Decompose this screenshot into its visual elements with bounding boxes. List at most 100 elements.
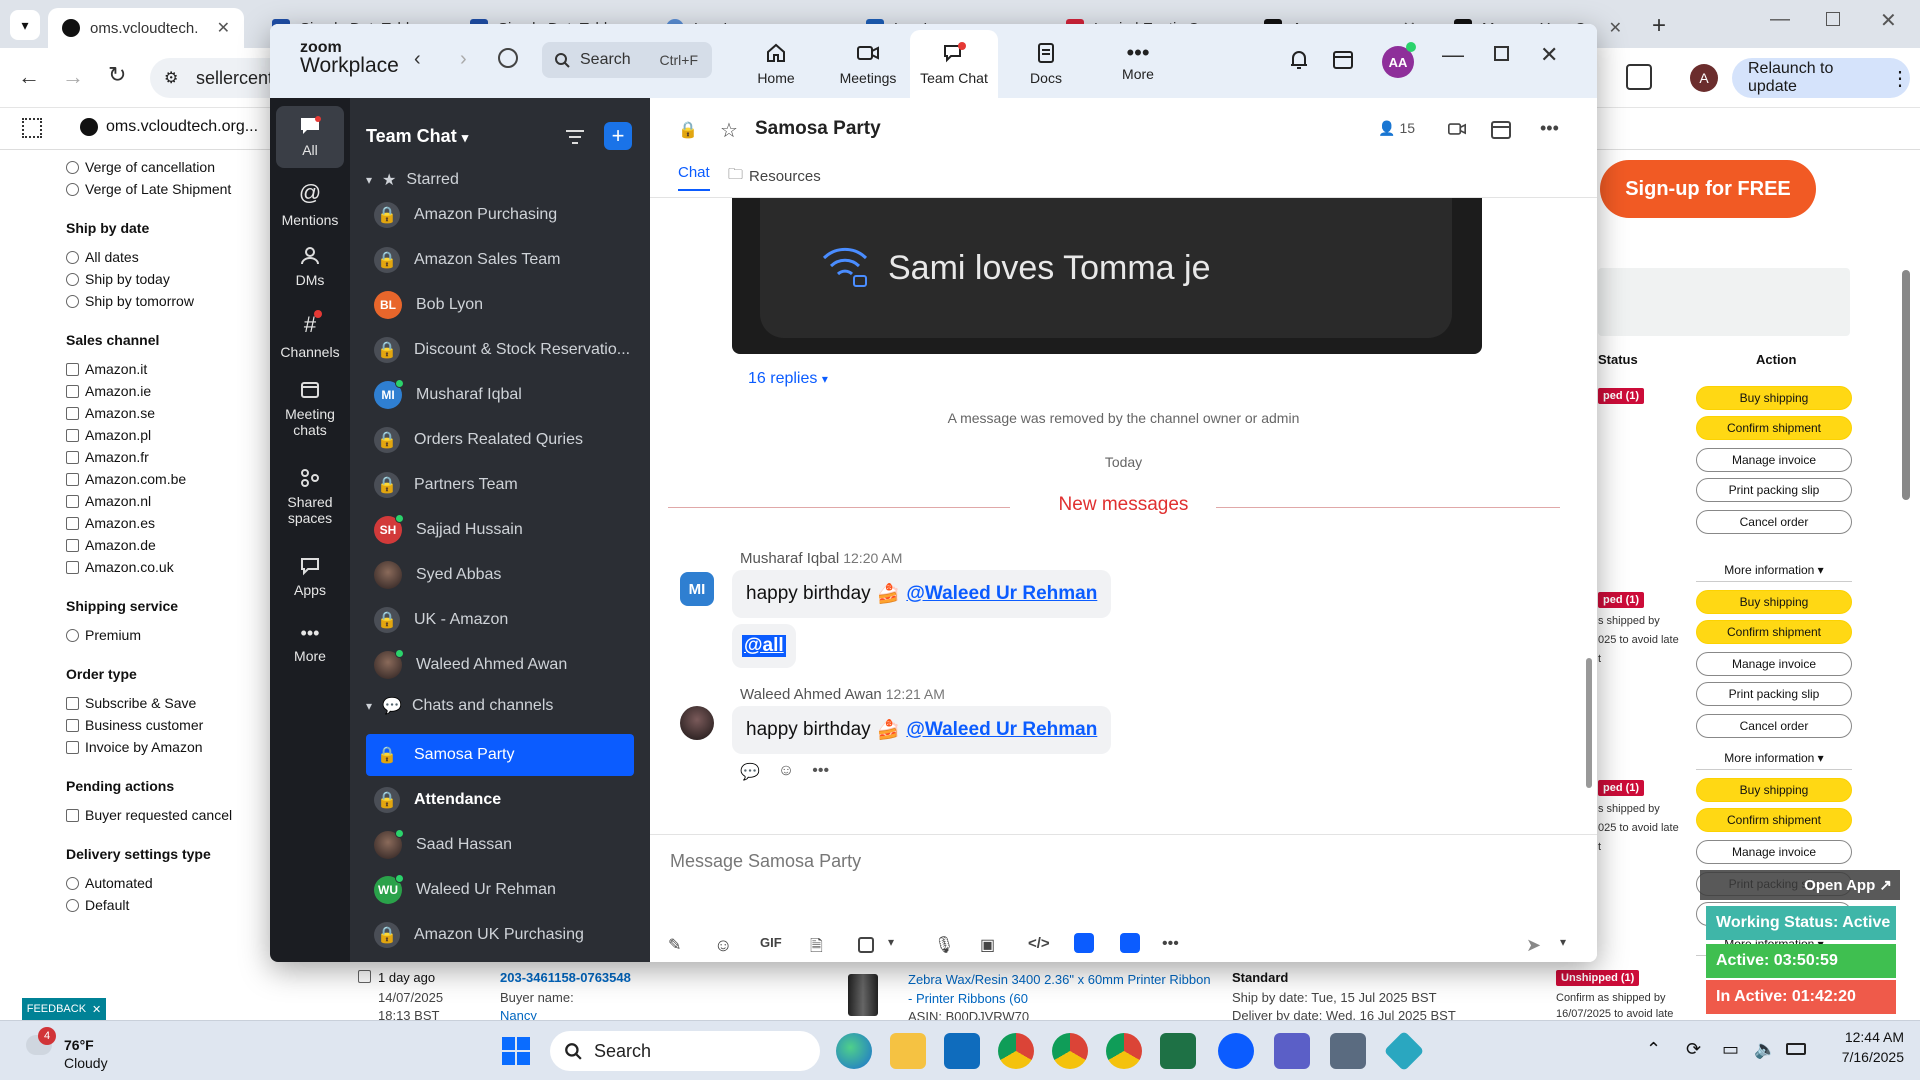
rail-mentions[interactable]: @ Mentions: [276, 180, 344, 228]
filter-option[interactable]: Verge of Late Shipment: [66, 178, 266, 200]
close-icon[interactable]: ✕: [92, 1003, 101, 1016]
sidebar-item[interactable]: SH Sajjad Hussain: [366, 509, 634, 551]
zoom-icon[interactable]: [1218, 1033, 1254, 1069]
display-icon[interactable]: ▭: [1722, 1039, 1739, 1060]
tab-close-icon[interactable]: ✕: [217, 18, 230, 38]
sender-name[interactable]: Waleed Ahmed Awan: [740, 686, 882, 703]
filter-icon[interactable]: [564, 128, 586, 146]
order-id-link[interactable]: 203-3461158-0763548: [500, 970, 631, 985]
filter-option[interactable]: Default: [66, 894, 266, 916]
taskbar-search[interactable]: Search: [550, 1031, 820, 1071]
sidebar-item[interactable]: 🔒 Attendance: [366, 779, 634, 821]
chrome-icon[interactable]: [998, 1033, 1034, 1069]
extensions-icon[interactable]: [1626, 64, 1652, 90]
tray-chevron-icon[interactable]: ⌃: [1646, 1039, 1661, 1060]
rail-shared-spaces[interactable]: Shared spaces: [276, 468, 344, 526]
address-bar[interactable]: ⚙ sellercent: [150, 58, 290, 98]
weather-widget[interactable]: 4 76°F Cloudy: [10, 1027, 140, 1075]
zoom-search-input[interactable]: Search Ctrl+F: [542, 42, 712, 78]
star-outline-icon[interactable]: ☆: [720, 118, 738, 143]
filter-option[interactable]: Premium: [66, 624, 266, 646]
filter-option[interactable]: Amazon.es: [66, 512, 266, 534]
buy-shipping-button[interactable]: Buy shipping: [1696, 386, 1852, 410]
rail-channels[interactable]: # Channels: [276, 310, 344, 360]
tab-team-chat[interactable]: Team Chat: [910, 30, 998, 98]
sidebar-item[interactable]: Syed Abbas: [366, 554, 634, 596]
tab-list-button[interactable]: ▾: [10, 10, 40, 40]
filter-option[interactable]: Amazon.com.be: [66, 468, 266, 490]
tab-home[interactable]: Home: [732, 30, 820, 98]
mention-link[interactable]: @Waleed Ur Rehman: [906, 719, 1097, 741]
gif-icon[interactable]: GIF: [760, 935, 782, 950]
tab-resources[interactable]: 🗀 Resources: [728, 164, 821, 189]
tab-close-icon[interactable]: ✕: [1609, 18, 1622, 38]
relaunch-button[interactable]: Relaunch to update ⋮: [1732, 58, 1910, 98]
restore-icon[interactable]: [1826, 12, 1840, 26]
volume-icon[interactable]: 🔈: [1754, 1039, 1776, 1060]
filter-option[interactable]: Ship by tomorrow: [66, 290, 266, 312]
print-packing-slip-button[interactable]: Print packing slip: [1696, 682, 1852, 706]
buy-shipping-button[interactable]: Buy shipping: [1696, 590, 1852, 614]
app-icon[interactable]: [1120, 933, 1140, 953]
message-bubble[interactable]: happy birthday 🍰 @Waleed Ur Rehman: [732, 570, 1112, 618]
sidebar-item[interactable]: BL Bob Lyon: [366, 284, 634, 326]
print-packing-slip-button[interactable]: Print packing slip: [1696, 478, 1852, 502]
filter-option[interactable]: Amazon.de: [66, 534, 266, 556]
sync-icon[interactable]: ⟳: [1686, 1039, 1701, 1060]
file-explorer-icon[interactable]: [890, 1033, 926, 1069]
calendar-icon[interactable]: [1332, 48, 1354, 70]
filter-option[interactable]: Amazon.it: [66, 358, 266, 380]
format-icon[interactable]: ✎: [668, 935, 681, 955]
channel-name[interactable]: Samosa Party: [755, 118, 881, 140]
reload-icon[interactable]: ↻: [108, 62, 126, 88]
rail-meeting-chats[interactable]: Meeting chats: [276, 380, 344, 438]
microphone-icon[interactable]: 🎙: [934, 935, 954, 955]
sidebar-item[interactable]: Waleed Ahmed Awan: [366, 644, 634, 686]
confirm-shipment-button[interactable]: Confirm shipment: [1696, 416, 1852, 440]
send-icon[interactable]: ➤: [1526, 935, 1541, 956]
rail-more[interactable]: ••• More: [276, 624, 344, 664]
screenshot-icon[interactable]: [858, 937, 874, 953]
sidebar-item[interactable]: 🔒 Discount & Stock Reservatio...: [366, 329, 634, 371]
sidebar-item[interactable]: 🔒 Amazon Sales Team: [366, 239, 634, 281]
sidebar-item[interactable]: 🔒 Partners Team: [366, 464, 634, 506]
rail-dms[interactable]: DMs: [276, 246, 344, 288]
bookmark-item[interactable]: oms.vcloudtech.org...: [80, 118, 258, 136]
calendar-icon[interactable]: [1490, 118, 1512, 140]
sidebar-item-samosa-party[interactable]: 🔒 Samosa Party: [366, 734, 634, 776]
video-call-icon[interactable]: [1446, 120, 1468, 138]
sidebar-item[interactable]: 🔒 Amazon UK Purchasing: [366, 914, 634, 956]
tab-meetings[interactable]: Meetings: [824, 30, 912, 98]
buy-shipping-button[interactable]: Buy shipping: [1696, 778, 1852, 802]
confirm-shipment-button[interactable]: Confirm shipment: [1696, 620, 1852, 644]
filter-option[interactable]: Automated: [66, 872, 266, 894]
chat-scrollbar[interactable]: [1586, 658, 1592, 788]
signup-button[interactable]: Sign-up for FREE: [1600, 160, 1816, 218]
chevron-down-icon[interactable]: ▾: [1560, 935, 1566, 949]
sidebar-title[interactable]: Team Chat ▾: [366, 126, 468, 147]
video-message-icon[interactable]: ▣: [980, 935, 995, 955]
more-information-link[interactable]: More information ▾: [1696, 746, 1852, 770]
sidebar-item[interactable]: 🔒 UK - Amazon: [366, 599, 634, 641]
sidebar-item[interactable]: 🔒 Orders Realated Quries: [366, 419, 634, 461]
sidebar-item[interactable]: MI Musharaf Iqbal: [366, 374, 634, 416]
edge-icon[interactable]: [836, 1033, 872, 1069]
tab-docs[interactable]: Docs: [1002, 30, 1090, 98]
avatar[interactable]: MI: [680, 572, 714, 606]
forward-icon[interactable]: →: [62, 64, 84, 90]
manage-invoice-button[interactable]: Manage invoice: [1696, 448, 1852, 472]
filter-option[interactable]: Invoice by Amazon: [66, 736, 266, 758]
chrome-icon[interactable]: [1106, 1033, 1142, 1069]
minimize-icon[interactable]: —: [1442, 42, 1464, 68]
filter-option[interactable]: Subscribe & Save: [66, 692, 266, 714]
chats-section-header[interactable]: ▾ 💬 Chats and channels: [366, 696, 553, 716]
message-bubble[interactable]: happy birthday 🍰 @Waleed Ur Rehman: [732, 706, 1112, 754]
file-icon[interactable]: 🗎: [810, 935, 823, 962]
apps-grid-icon[interactable]: [22, 118, 42, 138]
new-chat-button[interactable]: +: [604, 122, 632, 150]
confirm-shipment-button[interactable]: Confirm shipment: [1696, 808, 1852, 832]
outlook-icon[interactable]: [944, 1033, 980, 1069]
more-icon[interactable]: •••: [1162, 935, 1179, 953]
manage-invoice-button[interactable]: Manage invoice: [1696, 652, 1852, 676]
battery-icon[interactable]: [1786, 1043, 1806, 1055]
